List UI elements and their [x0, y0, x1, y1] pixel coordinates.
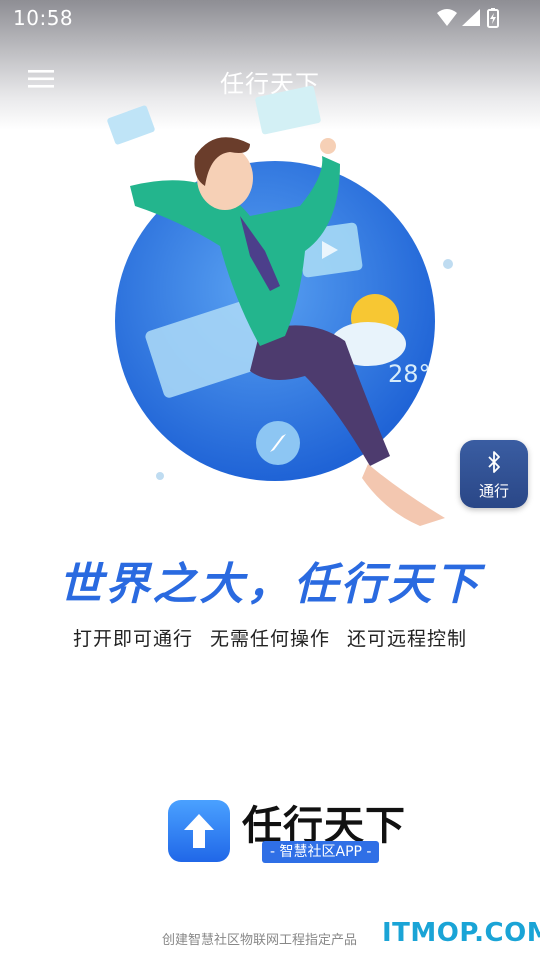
bluetooth-pass-label: 通行 [478, 482, 509, 500]
weather-temp: 28° [388, 360, 431, 388]
status-time: 10:58 [13, 6, 74, 30]
watermark: ITMOP.COM [382, 918, 540, 948]
hero-illustration: 28° [100, 85, 460, 526]
footer-text: 创建智慧社区物联网工程指定产品 [162, 933, 358, 948]
slogan: 世界之大，任行天下 [58, 559, 482, 610]
app-logo: 任行天下 - 智慧社区APP - [168, 795, 408, 871]
signal-icon [462, 9, 480, 26]
wifi-icon [437, 9, 457, 26]
bluetooth-icon [488, 451, 500, 473]
arrow-up-icon [168, 800, 230, 862]
status-icons [436, 7, 500, 29]
battery-icon [487, 8, 499, 28]
feature-subline: 打开即可通行 无需任何操作 还可远程控制 [72, 628, 468, 650]
status-bar: 10:58 [0, 0, 540, 36]
bluetooth-pass-button[interactable]: 通行 [460, 440, 528, 508]
logo-subtitle: - 智慧社区APP - [262, 841, 380, 863]
